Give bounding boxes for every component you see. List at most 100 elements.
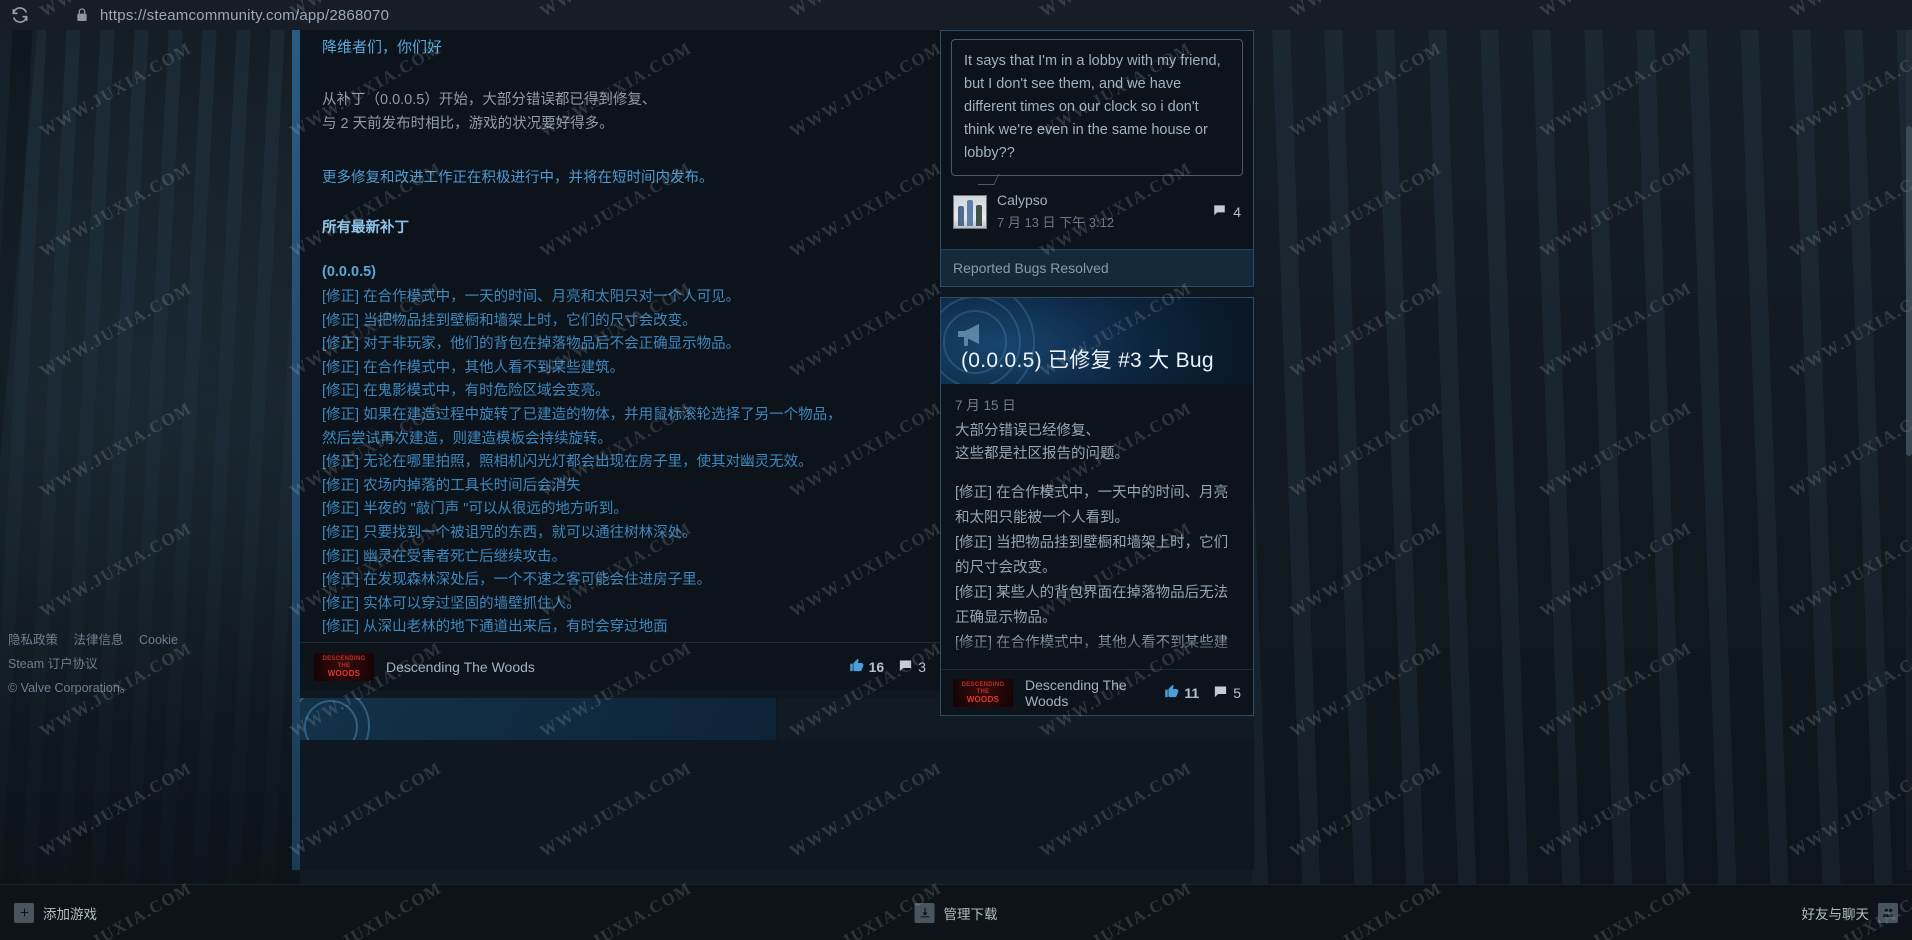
post-fix-line: [修正] 在发现森林深处后，一个不速之客可能会住进房子里。 bbox=[322, 572, 712, 589]
announcement-intro: 大部分错误已经修复、 这些都是社区报告的问题。 bbox=[955, 420, 1239, 466]
friends-chat-button[interactable]: 好友与聊天 bbox=[1802, 902, 1898, 923]
announcement-intro-line-1: 大部分错误已经修复、 bbox=[955, 423, 1100, 439]
announcement-intro-line-2: 这些都是社区报告的问题。 bbox=[955, 446, 1129, 462]
privacy-policy-link[interactable]: 隐私政策 bbox=[8, 628, 58, 652]
refresh-icon[interactable] bbox=[10, 5, 30, 25]
announcement-stats: 11 5 bbox=[1164, 684, 1241, 702]
friends-icon bbox=[1878, 902, 1898, 923]
add-game-label: 添加游戏 bbox=[43, 906, 97, 922]
post-fix-line: [修正] 幽灵在受害者死亡后继续攻击。 bbox=[322, 548, 567, 565]
background-right-foliage bbox=[1252, 0, 1912, 940]
post-footer: DESCENDING THE WOODS Descending The Wood… bbox=[300, 642, 940, 690]
capsule-line-1: DESCENDING bbox=[961, 682, 1005, 688]
author-meta: Calypso 7 月 13 日 下午 3:12 bbox=[997, 192, 1114, 231]
footer-row-agreement: Steam 订户协议 bbox=[8, 652, 278, 676]
add-game-button[interactable]: 添加游戏 bbox=[14, 902, 97, 923]
comment-count-value: 5 bbox=[1233, 684, 1241, 701]
post-body: 降维者们，你们好 从补丁（0.0.0.5）开始，大部分错误都已得到修复、 与 2… bbox=[316, 36, 924, 678]
cookie-link[interactable]: Cookie bbox=[139, 628, 178, 652]
post-highlight: 更多修复和改进工作正在积极进行中，并将在短时间内发布。 bbox=[322, 170, 714, 186]
capsule-line-3: WOODS bbox=[966, 695, 1000, 704]
manage-downloads-button[interactable]: 管理下载 bbox=[914, 902, 998, 923]
quote-text: It says that I'm in a lobby with my frie… bbox=[964, 53, 1221, 161]
site-footer-links: 隐私政策 法律信息 Cookie Steam 订户协议 © Valve Corp… bbox=[8, 628, 278, 700]
card-caption: Reported Bugs Resolved bbox=[941, 249, 1253, 286]
steam-taskbar: 添加游戏 管理下载 好友与聊天 bbox=[0, 884, 1912, 940]
game-capsule-image[interactable]: DESCENDING THE WOODS bbox=[953, 678, 1013, 707]
post-fix-line: 然后尝试再次建造，则建造模板会持续旋转。 bbox=[322, 430, 612, 447]
comment-count-value: 3 bbox=[918, 658, 926, 675]
announcement-item: [修正] 某些人的背包界面在掉落物品后无法 bbox=[955, 585, 1229, 601]
announcement-title: (0.0.0.5) 已修复 #3 大 Bug bbox=[961, 349, 1214, 372]
reported-bug-card: It says that I'm in a lobby with my frie… bbox=[940, 30, 1254, 287]
game-capsule-image[interactable]: DESCENDING THE WOODS bbox=[314, 652, 374, 681]
announcement-header: (0.0.0.5) 已修复 #3 大 Bug bbox=[941, 298, 1253, 384]
like-count[interactable]: 16 bbox=[849, 658, 885, 676]
post-fix-line: [修正] 对于非玩家，他们的背包在掉落物品后不会正确显示物品。 bbox=[322, 336, 741, 353]
url-bar: https://steamcommunity.com/app/2868070 bbox=[0, 0, 1912, 30]
announcement-item: [修正] 在合作模式中，其他人看不到某些建 bbox=[955, 635, 1229, 651]
post-version: (0.0.0.5) bbox=[322, 264, 376, 280]
post-fix-line: [修正] 在鬼影模式中，有时危险区域会变亮。 bbox=[322, 383, 610, 400]
comment-count[interactable]: 3 bbox=[898, 658, 926, 676]
like-count[interactable]: 11 bbox=[1164, 684, 1199, 702]
author-name[interactable]: Calypso bbox=[997, 192, 1114, 208]
announcement-date: 7 月 15 日 bbox=[955, 398, 1016, 413]
lock-icon bbox=[74, 7, 90, 23]
post-fix-line: [修正] 农场内掉落的工具长时间后会消失 bbox=[322, 477, 581, 494]
post-fix-line: [修正] 只要找到一个被诅咒的东西，就可以通往树林深处。 bbox=[322, 524, 697, 541]
announcement-footer: DESCENDING THE WOODS Descending The Wood… bbox=[941, 669, 1253, 715]
author-date: 7 月 13 日 下午 3:12 bbox=[997, 215, 1115, 230]
game-name-link[interactable]: Descending The Woods bbox=[1025, 677, 1164, 709]
legal-info-link[interactable]: 法律信息 bbox=[74, 628, 124, 652]
comment-icon bbox=[898, 658, 913, 676]
post-stats: 16 3 bbox=[849, 658, 926, 676]
announcement-item: 和太阳只能被一个人看到。 bbox=[955, 510, 1129, 526]
avatar[interactable] bbox=[953, 194, 987, 229]
capsule-line-1: DESCENDING bbox=[322, 656, 366, 662]
post-fix-line: [修正] 实体可以穿过坚固的墙壁抓住人。 bbox=[322, 595, 581, 612]
url-text[interactable]: https://steamcommunity.com/app/2868070 bbox=[100, 7, 389, 24]
sidebar-column: It says that I'm in a lobby with my frie… bbox=[940, 30, 1254, 726]
announcement-post-main: 降维者们，你们好 从补丁（0.0.0.5）开始，大部分错误都已得到修复、 与 2… bbox=[300, 30, 940, 678]
reply-count-value: 4 bbox=[1233, 203, 1241, 220]
reply-count[interactable]: 4 bbox=[1212, 203, 1241, 220]
page-scrollbar[interactable] bbox=[1906, 30, 1912, 870]
post-fix-line: [修正] 在合作模式中，一天的时间、月亮和太阳只对一个人可见。 bbox=[322, 289, 741, 305]
post-section-title: 所有最新补丁 bbox=[322, 220, 409, 236]
announcement-card[interactable]: (0.0.0.5) 已修复 #3 大 Bug 7 月 15 日 大部分错误已经修… bbox=[940, 297, 1254, 716]
quote-bubble-tail bbox=[978, 174, 1002, 188]
post-greeting: 降维者们，你们好 bbox=[322, 39, 443, 56]
capsule-line-3: WOODS bbox=[327, 669, 361, 678]
footer-row-legal: 隐私政策 法律信息 Cookie bbox=[8, 628, 278, 652]
like-count-value: 16 bbox=[868, 658, 885, 675]
plus-icon bbox=[14, 902, 34, 923]
thumbs-up-icon bbox=[1164, 684, 1179, 702]
post-intro-line-2: 与 2 天前发布时相比，游戏的状况要好得多。 bbox=[322, 116, 614, 132]
scrollbar-thumb[interactable] bbox=[1906, 126, 1912, 456]
next-announcement-card-preview[interactable] bbox=[300, 698, 776, 740]
comment-count[interactable]: 5 bbox=[1213, 684, 1241, 702]
quote-bubble: It says that I'm in a lobby with my frie… bbox=[951, 39, 1243, 176]
background-left-foliage bbox=[0, 0, 300, 940]
announcement-item: [修正] 当把物品挂到壁橱和墙架上时，它们 bbox=[955, 535, 1229, 551]
announcement-body: 大部分错误已经修复、 这些都是社区报告的问题。 [修正] 在合作模式中，一天中的… bbox=[941, 416, 1253, 669]
post-fix-line: [修正] 从深山老林的地下通道出来后，有时会穿过地面 bbox=[322, 619, 668, 636]
screen: https://steamcommunity.com/app/2868070 降… bbox=[0, 0, 1912, 940]
announcement-item: [修正] 在合作模式中，一天中的时间、月亮 bbox=[955, 485, 1229, 501]
like-count-value: 11 bbox=[1184, 684, 1200, 701]
post-intro-line-1: 从补丁（0.0.0.5）开始，大部分错误都已得到修复、 bbox=[322, 92, 657, 108]
copyright-text: © Valve Corporation。 bbox=[8, 681, 133, 695]
download-icon bbox=[914, 902, 935, 923]
comment-icon bbox=[1212, 203, 1227, 220]
thumbs-up-icon bbox=[849, 658, 864, 676]
announcement-item: 的尺寸会改变。 bbox=[955, 560, 1057, 576]
post-fix-line: [修正] 半夜的 "敲门声 "可以从很远的地方听到。 bbox=[322, 501, 628, 518]
post-fix-line: [修正] 在合作模式中，其他人看不到某些建筑。 bbox=[322, 359, 625, 376]
post-fix-line: [修正] 如果在建造过程中旋转了已建造的物体，并用鼠标滚轮选择了另一个物品， bbox=[322, 406, 842, 423]
game-name-link[interactable]: Descending The Woods bbox=[386, 659, 535, 675]
comment-icon bbox=[1213, 684, 1228, 702]
post-fix-line: [修正] 当把物品挂到壁橱和墙架上时，它们的尺寸会改变。 bbox=[322, 312, 697, 329]
subscriber-agreement-link[interactable]: Steam 订户协议 bbox=[8, 652, 98, 676]
manage-downloads-label: 管理下载 bbox=[943, 906, 998, 922]
